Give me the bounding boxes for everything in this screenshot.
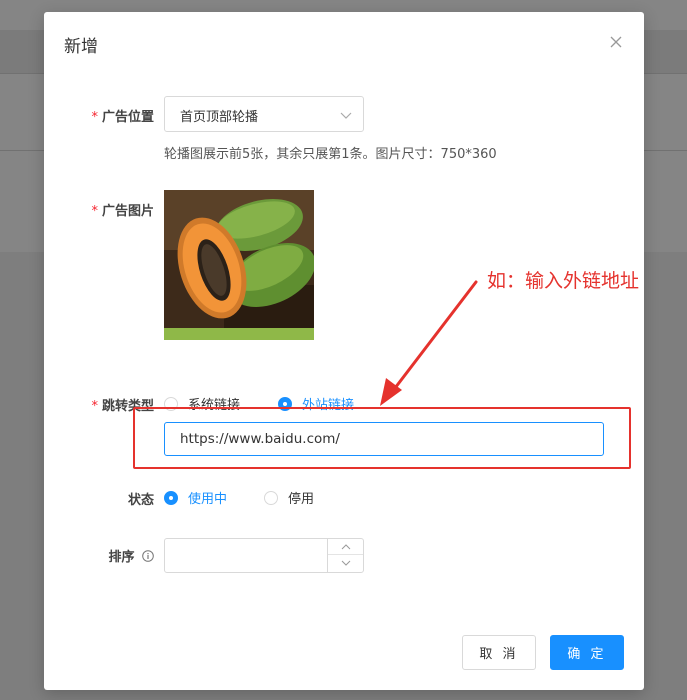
radio-label: 停用 <box>288 492 315 507</box>
ad-image-label: * 广告图片 <box>44 200 154 219</box>
radio-status-active[interactable]: 使用中 <box>164 488 227 507</box>
stepper-down-button[interactable] <box>328 555 363 571</box>
radio-status-disabled[interactable]: 停用 <box>264 488 314 507</box>
annotation-highlight-box <box>133 407 631 469</box>
close-icon <box>610 36 622 48</box>
chevron-down-icon <box>340 112 352 119</box>
ad-image-upload[interactable] <box>164 190 314 340</box>
papaya-image <box>164 190 314 340</box>
dialog-title: 新增 <box>64 37 98 57</box>
ad-position-select[interactable]: 首页顶部轮播 <box>164 96 364 132</box>
sort-input[interactable] <box>165 539 328 572</box>
add-dialog: 新增 * 广告位置 首页顶部轮播 轮播图展示前5张，其余只展第1条。图片尺寸：75… <box>44 12 644 690</box>
info-icon[interactable] <box>142 550 154 562</box>
ad-image-label-text: 广告图片 <box>101 204 154 219</box>
stepper-up-button[interactable] <box>328 539 363 555</box>
cancel-button[interactable]: 取 消 <box>462 635 536 670</box>
confirm-button[interactable]: 确 定 <box>550 635 624 670</box>
close-button[interactable] <box>604 30 628 54</box>
radio-circle <box>264 490 278 505</box>
sort-label: 排序 <box>44 546 154 565</box>
ad-position-hint: 轮播图展示前5张，其余只展第1条。图片尺寸：750*360 <box>164 147 497 162</box>
required-mark: * <box>91 204 98 219</box>
status-label: 状态 <box>127 493 154 508</box>
ad-position-label: * 广告位置 <box>44 106 154 125</box>
required-mark: * <box>91 110 98 125</box>
chevron-up-icon <box>341 543 350 549</box>
annotation-text: 如：输入外链地址 <box>487 270 640 292</box>
number-stepper <box>327 539 363 572</box>
required-mark: * <box>91 399 98 414</box>
ad-position-label-text: 广告位置 <box>101 110 154 125</box>
radio-circle-checked <box>164 490 178 505</box>
radio-label: 使用中 <box>188 492 228 507</box>
sort-label-text: 排序 <box>108 550 135 565</box>
chevron-down-icon <box>341 560 350 566</box>
sort-number-input <box>164 538 364 573</box>
ad-position-value: 首页顶部轮播 <box>180 110 259 125</box>
